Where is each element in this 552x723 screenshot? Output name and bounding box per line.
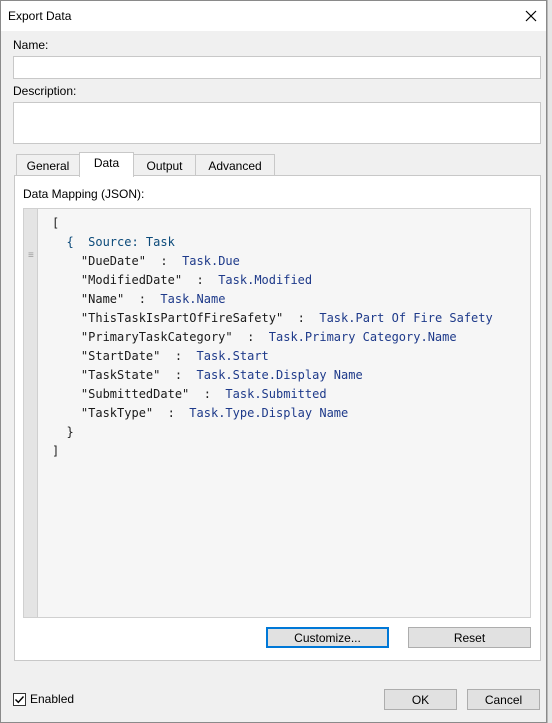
json-value: Task.Due <box>182 254 240 268</box>
cancel-button-label: Cancel <box>484 692 523 707</box>
json-value: Task.Name <box>160 292 226 306</box>
ok-button-label: OK <box>411 692 430 707</box>
json-separator: : <box>160 254 168 268</box>
json-key: "TaskType" <box>80 406 154 420</box>
data-tab-panel: Data Mapping (JSON): ≡ [ { Source: Task … <box>14 175 541 661</box>
export-data-dialog: Export Data Name: Description: General D… <box>0 0 547 723</box>
json-line: } <box>52 423 493 442</box>
json-key: "ModifiedDate" <box>80 273 183 287</box>
close-button[interactable] <box>516 1 546 31</box>
enabled-label: Enabled <box>30 692 75 706</box>
data-mapping-label: Data Mapping (JSON): <box>23 187 145 201</box>
json-line: "ThisTaskIsPartOfFireSafety" : Task.Part… <box>52 309 493 328</box>
tab-output-label: Output <box>146 158 183 173</box>
description-input[interactable] <box>13 102 541 144</box>
json-line: "PrimaryTaskCategory" : Task.Primary Cat… <box>52 328 493 347</box>
json-line: "SubmittedDate" : Task.Submitted <box>52 385 493 404</box>
json-value: Task.State.Display Name <box>196 368 363 382</box>
json-key: "TaskState" <box>80 368 161 382</box>
json-separator: : <box>196 273 204 287</box>
json-value: Task.Modified <box>218 273 313 287</box>
tab-advanced[interactable]: Advanced <box>195 154 275 176</box>
close-icon <box>525 10 537 22</box>
cancel-button[interactable]: Cancel <box>467 689 540 710</box>
json-key: "DueDate" <box>80 254 146 268</box>
fold-grip-icon: ≡ <box>28 250 34 261</box>
json-line: "ModifiedDate" : Task.Modified <box>52 271 493 290</box>
description-label: Description: <box>13 84 77 98</box>
json-line: { Source: Task <box>52 233 493 252</box>
name-label: Name: <box>13 38 49 52</box>
enabled-checkbox-row[interactable]: Enabled <box>13 692 74 706</box>
reset-button-label: Reset <box>453 630 486 645</box>
json-separator: : <box>297 311 305 325</box>
json-line: "TaskType" : Task.Type.Display Name <box>52 404 493 423</box>
tab-advanced-label: Advanced <box>208 158 262 173</box>
json-close-brace: } <box>66 425 74 439</box>
checkmark-icon <box>15 695 25 703</box>
json-line: [ <box>52 214 493 233</box>
tab-general-label: General <box>26 158 70 173</box>
json-separator: : <box>203 387 211 401</box>
customize-button[interactable]: Customize... <box>266 627 389 648</box>
title-bar: Export Data <box>1 1 546 31</box>
json-line: "Name" : Task.Name <box>52 290 493 309</box>
json-editor[interactable]: ≡ [ { Source: Task "DueDate" : Task.Due … <box>23 208 531 618</box>
json-separator: : <box>174 368 183 382</box>
json-value: Task.Part Of Fire Safety <box>319 311 493 325</box>
ok-button[interactable]: OK <box>384 689 457 710</box>
tab-output[interactable]: Output <box>133 154 196 176</box>
json-key: "SubmittedDate" <box>80 387 190 401</box>
json-code: [ { Source: Task "DueDate" : Task.Due "M… <box>52 214 493 461</box>
tab-general[interactable]: General <box>16 154 80 176</box>
json-value: Task.Primary Category.Name <box>268 330 457 344</box>
json-open-bracket: [ <box>52 216 60 230</box>
json-key: "Name" <box>80 292 125 306</box>
json-line: "StartDate" : Task.Start <box>52 347 493 366</box>
editor-gutter: ≡ <box>24 209 38 617</box>
tab-data[interactable]: Data <box>79 152 134 177</box>
window-title: Export Data <box>8 9 72 23</box>
enabled-checkbox[interactable] <box>13 692 26 706</box>
json-value: Task.Start <box>196 349 269 363</box>
json-separator: : <box>247 330 255 344</box>
tab-data-label: Data <box>93 156 120 170</box>
json-line: "TaskState" : Task.State.Display Name <box>52 366 493 385</box>
name-input[interactable] <box>13 56 541 79</box>
json-key: "StartDate" <box>80 349 161 363</box>
json-key: "ThisTaskIsPartOfFireSafety" <box>80 311 284 325</box>
json-key: "PrimaryTaskCategory" <box>80 330 233 344</box>
json-separator: : <box>138 292 146 306</box>
json-value: Task.Type.Display Name <box>189 406 349 420</box>
background-window-edge <box>547 0 552 723</box>
json-separator: : <box>167 406 175 420</box>
json-value: Task.Submitted <box>225 387 327 401</box>
json-separator: : <box>174 349 183 363</box>
json-source-line: { Source: Task <box>66 235 175 249</box>
customize-button-label: Customize... <box>294 630 361 645</box>
json-line: "DueDate" : Task.Due <box>52 252 493 271</box>
reset-button[interactable]: Reset <box>408 627 531 648</box>
json-close-bracket: ] <box>52 444 60 458</box>
json-line: ] <box>52 442 493 461</box>
